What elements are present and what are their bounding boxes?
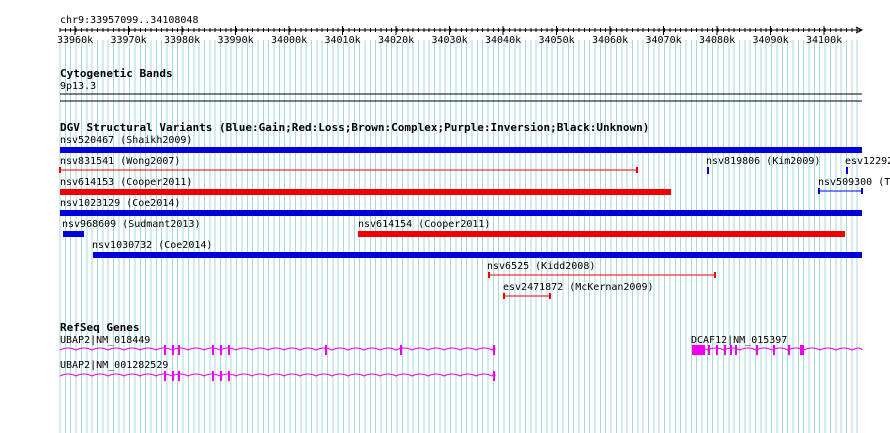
dgv-track-title: DGV Structural Variants (Blue:Gain;Red:L… [60, 121, 650, 134]
dgv-feature-label[interactable]: nsv614153 (Cooper2011) [60, 177, 192, 188]
gene-exon [730, 345, 732, 355]
ruler-tick-label: 33970k [110, 35, 147, 46]
gene-exon [178, 345, 180, 355]
position-label: chr9:33957099..34108048 [60, 15, 199, 26]
gene-exon [325, 345, 327, 355]
ruler-tick-label: 34100k [806, 35, 843, 46]
ruler-tick-label: 34050k [538, 35, 575, 46]
gene-exon [724, 345, 726, 355]
dgv-feature-label[interactable]: nsv509300 (T [818, 177, 890, 188]
dgv-feature-bar [60, 189, 671, 195]
gene-label[interactable]: DCAF12|NM_015397 [691, 335, 787, 346]
gene-label[interactable]: UBAP2|NM_001282529 [60, 360, 168, 371]
gene-exon [716, 345, 718, 355]
dgv-feature-label[interactable]: nsv1030732 (Coe2014) [92, 240, 212, 251]
dgv-feature-label[interactable]: nsv614154 (Cooper2011) [358, 219, 490, 230]
gene-exon [228, 371, 230, 381]
ruler-tick-label: 34010k [324, 35, 361, 46]
dgv-feature-label[interactable]: nsv520467 (Shaikh2009) [60, 135, 192, 146]
ruler-tick-label: 34090k [752, 35, 789, 46]
ruler-tick-label: 33960k [57, 35, 94, 46]
dgv-feature-label[interactable]: nsv819806 (Kim2009) [706, 156, 820, 167]
gene-exon [212, 371, 214, 381]
ruler-tick-label: 34060k [592, 35, 629, 46]
ruler-tick-label: 34080k [699, 35, 736, 46]
dgv-feature-bar [60, 147, 862, 153]
gene-exon [773, 345, 775, 355]
gene-exon [400, 345, 402, 355]
gene-exon [493, 345, 495, 355]
gene-exon [172, 345, 174, 355]
dgv-feature-label[interactable]: esv12292 [845, 156, 890, 167]
gene-exon [493, 371, 495, 381]
gene-exon [220, 345, 222, 355]
dgv-feature-bar [358, 231, 845, 237]
ruler-tick-label: 33980k [164, 35, 201, 46]
gene-exon [220, 371, 222, 381]
gene-exon [756, 345, 758, 355]
gene-intron-line [59, 373, 496, 377]
dgv-feature-label[interactable]: esv2471872 (McKernan2009) [503, 282, 654, 293]
dgv-feature-bar [63, 231, 84, 237]
gene-exon [212, 345, 214, 355]
ruler-tick-label: 34070k [645, 35, 682, 46]
gene-intron-line [59, 347, 496, 351]
gene-exon [172, 371, 174, 381]
dgv-feature-label[interactable]: nsv6525 (Kidd2008) [487, 261, 595, 272]
cytoband-track-title: Cytogenetic Bands [60, 67, 173, 80]
ruler-tick-label: 34020k [378, 35, 415, 46]
gene-exon [228, 345, 230, 355]
gene-exon [708, 345, 710, 355]
dgv-feature-bar [60, 210, 862, 216]
refseq-track-title: RefSeq Genes [60, 321, 140, 334]
dgv-feature-bar [93, 252, 862, 258]
dgv-feature-label[interactable]: nsv831541 (Wong2007) [60, 156, 180, 167]
gene-exon [164, 371, 166, 381]
dgv-feature-label[interactable]: nsv1023129 (Coe2014) [60, 198, 180, 209]
ruler-tick-label: 34000k [271, 35, 308, 46]
ruler-tick-label: 34030k [431, 35, 468, 46]
gene-label[interactable]: UBAP2|NM_018449 [60, 335, 150, 346]
gene-exon [802, 345, 804, 355]
gene-exon [692, 345, 705, 355]
dgv-feature-label[interactable]: nsv968609 (Sudmant2013) [62, 219, 200, 230]
ruler-tick-label: 34040k [485, 35, 522, 46]
gene-exon [164, 345, 166, 355]
gene-exon [788, 345, 790, 355]
gene-exon [735, 345, 737, 355]
ruler-tick-label: 33990k [217, 35, 254, 46]
dgv-feature-bar [846, 167, 848, 174]
dgv-feature-bar [707, 167, 709, 174]
genome-browser-view: chr9:33957099..34108048 33960k 33970k 3398… [0, 0, 890, 433]
gene-exon [178, 371, 180, 381]
cytoband-label: 9p13.3 [60, 81, 97, 92]
gene-exon [800, 345, 802, 355]
